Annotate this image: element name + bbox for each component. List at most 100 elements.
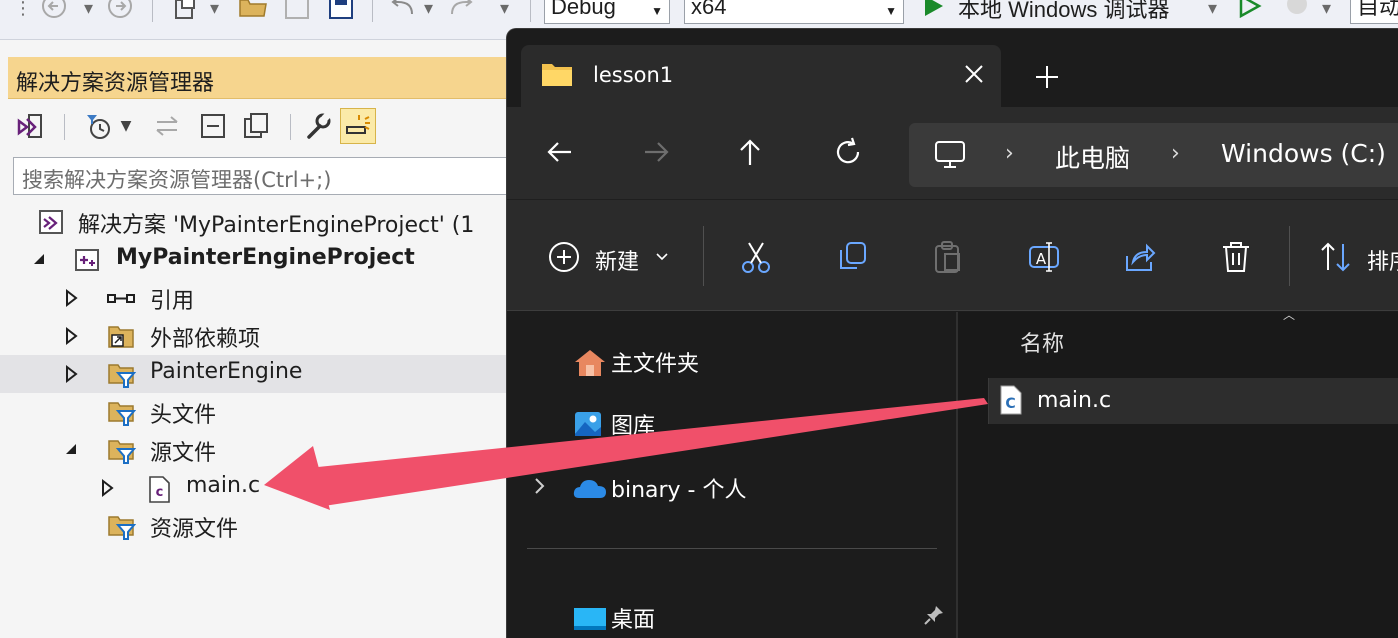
breadcrumb-item[interactable]: 此电脑 xyxy=(1055,139,1130,175)
expanded-triangle-icon[interactable] xyxy=(62,440,80,460)
arrow-right-icon[interactable] xyxy=(639,135,673,169)
platform-select[interactable]: x64 ▼ xyxy=(684,0,904,24)
redo-dropdown-icon[interactable]: ▾ xyxy=(500,0,509,22)
properties-button[interactable] xyxy=(300,108,336,144)
new-dropdown-icon[interactable]: ▾ xyxy=(210,0,219,22)
configuration-select[interactable]: Debug ▼ xyxy=(544,0,670,24)
tree-item-main-c[interactable]: c main.c xyxy=(0,469,520,507)
column-header-name[interactable]: 名称 xyxy=(1020,326,1064,358)
new-label[interactable]: 新建 xyxy=(595,244,639,276)
collapsed-triangle-icon[interactable] xyxy=(98,478,116,498)
chevron-down-icon: ▼ xyxy=(885,4,897,18)
filter-dropdown-icon[interactable]: ▼ xyxy=(116,108,136,144)
file-row[interactable]: C main.c xyxy=(988,378,1398,424)
folder-icon xyxy=(542,64,572,86)
this-pc-icon xyxy=(935,141,965,168)
share-icon[interactable] xyxy=(1123,240,1157,274)
redo-icon[interactable] xyxy=(446,0,476,22)
close-icon[interactable] xyxy=(959,59,989,89)
home-icon xyxy=(575,350,605,376)
collapsed-triangle-icon[interactable] xyxy=(62,288,80,308)
tree-item-painterengine[interactable]: PainterEngine xyxy=(0,355,520,393)
explorer-file-list: ︿ 名称 C main.c xyxy=(958,308,1398,638)
pending-changes-filter-button[interactable] xyxy=(80,108,116,144)
paste-icon[interactable] xyxy=(931,240,965,274)
chevron-down-icon[interactable] xyxy=(655,252,669,262)
tree-item-label: MyPainterEngineProject xyxy=(116,245,415,270)
show-all-files-button[interactable] xyxy=(238,108,274,144)
expanded-triangle-icon[interactable] xyxy=(30,250,48,270)
svg-text:A: A xyxy=(1036,250,1047,268)
wrench-icon xyxy=(307,111,332,139)
refresh-icon[interactable] xyxy=(831,135,865,169)
debugger-label[interactable]: 本地 Windows 调试器 xyxy=(958,0,1169,24)
plus-icon[interactable] xyxy=(1032,62,1062,92)
solution-explorer-titlebar[interactable]: 解决方案资源管理器 xyxy=(8,57,513,99)
chevron-right-icon: › xyxy=(1171,141,1180,166)
chevron-right-icon[interactable] xyxy=(531,476,549,496)
gallery-icon xyxy=(575,412,601,436)
nav-item-desktop[interactable]: 桌面 xyxy=(507,594,947,638)
delete-icon[interactable] xyxy=(1219,240,1253,274)
cut-icon[interactable] xyxy=(739,240,773,274)
arrow-up-icon[interactable] xyxy=(733,135,767,169)
navigate-forward-icon[interactable] xyxy=(108,0,134,22)
open-folder-icon[interactable] xyxy=(238,0,268,22)
chevron-right-icon: › xyxy=(1005,141,1014,166)
sync-arrows-icon xyxy=(156,116,178,136)
tree-item-solution[interactable]: 解决方案 'MyPainterEngineProject' (1 xyxy=(0,203,520,241)
collapsed-triangle-icon[interactable] xyxy=(62,364,80,384)
c-file-icon: C xyxy=(1000,385,1022,415)
sync-with-active-document-button[interactable] xyxy=(150,108,186,144)
arrow-left-icon[interactable] xyxy=(543,135,577,169)
navigate-back-icon[interactable] xyxy=(42,0,68,22)
sort-icon[interactable] xyxy=(1319,240,1353,274)
tree-item-header-files[interactable]: 头文件 xyxy=(0,393,520,431)
pin-icon[interactable] xyxy=(923,604,945,626)
filter-folder-icon xyxy=(108,402,136,426)
breadcrumb-item[interactable]: Windows (C:) xyxy=(1221,139,1386,168)
nav-item-home[interactable]: 主文件夹 xyxy=(507,338,947,382)
tree-item-references[interactable]: 引用 xyxy=(0,279,520,317)
tree-item-project[interactable]: MyPainterEngineProject xyxy=(0,241,520,279)
tab-title: lesson1 xyxy=(593,63,674,87)
explorer-navigation-bar: › 此电脑 › Windows (C:) xyxy=(507,107,1398,199)
back-dropdown-icon[interactable]: ▾ xyxy=(84,0,93,22)
clock-filter-icon xyxy=(87,115,110,139)
rename-icon[interactable]: A xyxy=(1027,240,1061,274)
nav-item-label: binary - 个人 xyxy=(611,478,747,503)
tree-item-label: 资源文件 xyxy=(150,517,239,542)
tree-item-resource-files[interactable]: 资源文件 xyxy=(0,507,520,545)
save-icon[interactable] xyxy=(284,0,310,22)
switch-views-button[interactable] xyxy=(12,108,48,144)
nav-item-gallery[interactable]: 图库 xyxy=(507,400,947,444)
svg-text:c: c xyxy=(156,485,164,500)
sort-label[interactable]: 排序 xyxy=(1367,244,1398,276)
undo-dropdown-icon[interactable]: ▾ xyxy=(424,0,433,22)
new-project-icon[interactable] xyxy=(172,0,200,22)
grip-icon: ⋮ xyxy=(14,0,32,19)
tree-item-source-files[interactable]: 源文件 xyxy=(0,431,520,469)
solution-explorer-search-input[interactable]: 搜索解决方案资源管理器(Ctrl+;) xyxy=(13,157,513,195)
collapsed-triangle-icon[interactable] xyxy=(62,326,80,346)
file-name: main.c xyxy=(1037,388,1112,413)
nav-item-onedrive[interactable]: binary - 个人 xyxy=(507,464,947,508)
start-debugging-icon[interactable] xyxy=(922,0,946,18)
explorer-command-bar: 新建 A 排 xyxy=(507,199,1398,311)
undo-icon[interactable] xyxy=(388,0,418,22)
collapse-all-button[interactable] xyxy=(194,108,230,144)
address-bar[interactable]: › 此电脑 › Windows (C:) xyxy=(909,123,1398,187)
show-all-files-icon xyxy=(244,113,268,138)
tree-item-external-dependencies[interactable]: 外部依赖项 xyxy=(0,317,520,355)
explorer-tab[interactable]: lesson1 xyxy=(521,45,1001,107)
hot-reload-icon[interactable] xyxy=(1282,0,1312,20)
start-without-debugging-icon[interactable] xyxy=(1238,0,1262,19)
toolbar-separator xyxy=(290,114,291,140)
debugger-dropdown-icon[interactable]: ▾ xyxy=(1208,0,1217,22)
preview-selected-items-button[interactable] xyxy=(340,108,376,144)
hot-reload-dropdown-icon[interactable]: ▾ xyxy=(1322,0,1331,22)
solution-config-select[interactable]: 自动 xyxy=(1350,0,1398,24)
tree-item-label: 解决方案 'MyPainterEngineProject' (1 xyxy=(78,213,475,238)
save-all-icon[interactable] xyxy=(328,0,356,22)
copy-icon[interactable] xyxy=(835,240,869,274)
